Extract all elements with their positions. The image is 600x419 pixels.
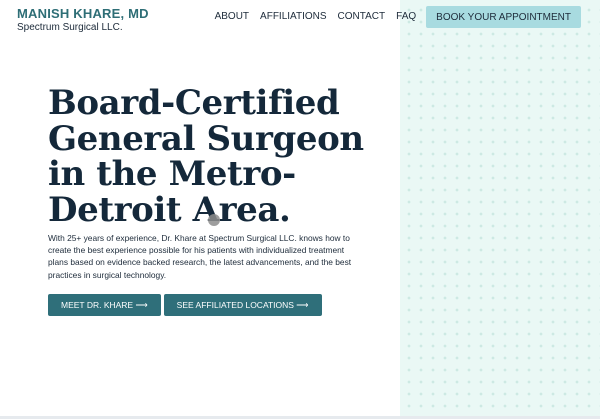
hero-title: Board-Certified General Surgeon in the M… — [48, 83, 364, 231]
page: MANISH KHARE, MD Spectrum Surgical LLC. … — [0, 0, 600, 419]
nav-item-about[interactable]: ABOUT — [215, 6, 249, 28]
mouse-cursor — [208, 214, 220, 226]
book-appointment-button[interactable]: BOOK YOUR APPOINTMENT — [426, 6, 581, 28]
brand[interactable]: MANISH KHARE, MD Spectrum Surgical LLC. — [17, 6, 149, 33]
decorative-dot-pattern — [400, 0, 600, 419]
main-nav: ABOUT AFFILIATIONS CONTACT FAQ BOOK YOUR… — [215, 6, 581, 28]
meet-dr-khare-button[interactable]: MEET DR. KHARE ⟶ — [48, 294, 161, 316]
nav-item-faq[interactable]: FAQ — [396, 6, 416, 28]
see-affiliated-locations-button[interactable]: SEE AFFILIATED LOCATIONS ⟶ — [163, 294, 322, 316]
hero-description: With 25+ years of experience, Dr. Khare … — [48, 233, 352, 280]
cta-row: MEET DR. KHARE ⟶ SEE AFFILIATED LOCATION… — [48, 294, 322, 316]
brand-subtitle: Spectrum Surgical LLC. — [17, 22, 123, 33]
nav-item-affiliations[interactable]: AFFILIATIONS — [260, 6, 327, 28]
nav-item-contact[interactable]: CONTACT — [338, 6, 386, 28]
brand-name[interactable]: MANISH KHARE, MD — [17, 6, 149, 21]
